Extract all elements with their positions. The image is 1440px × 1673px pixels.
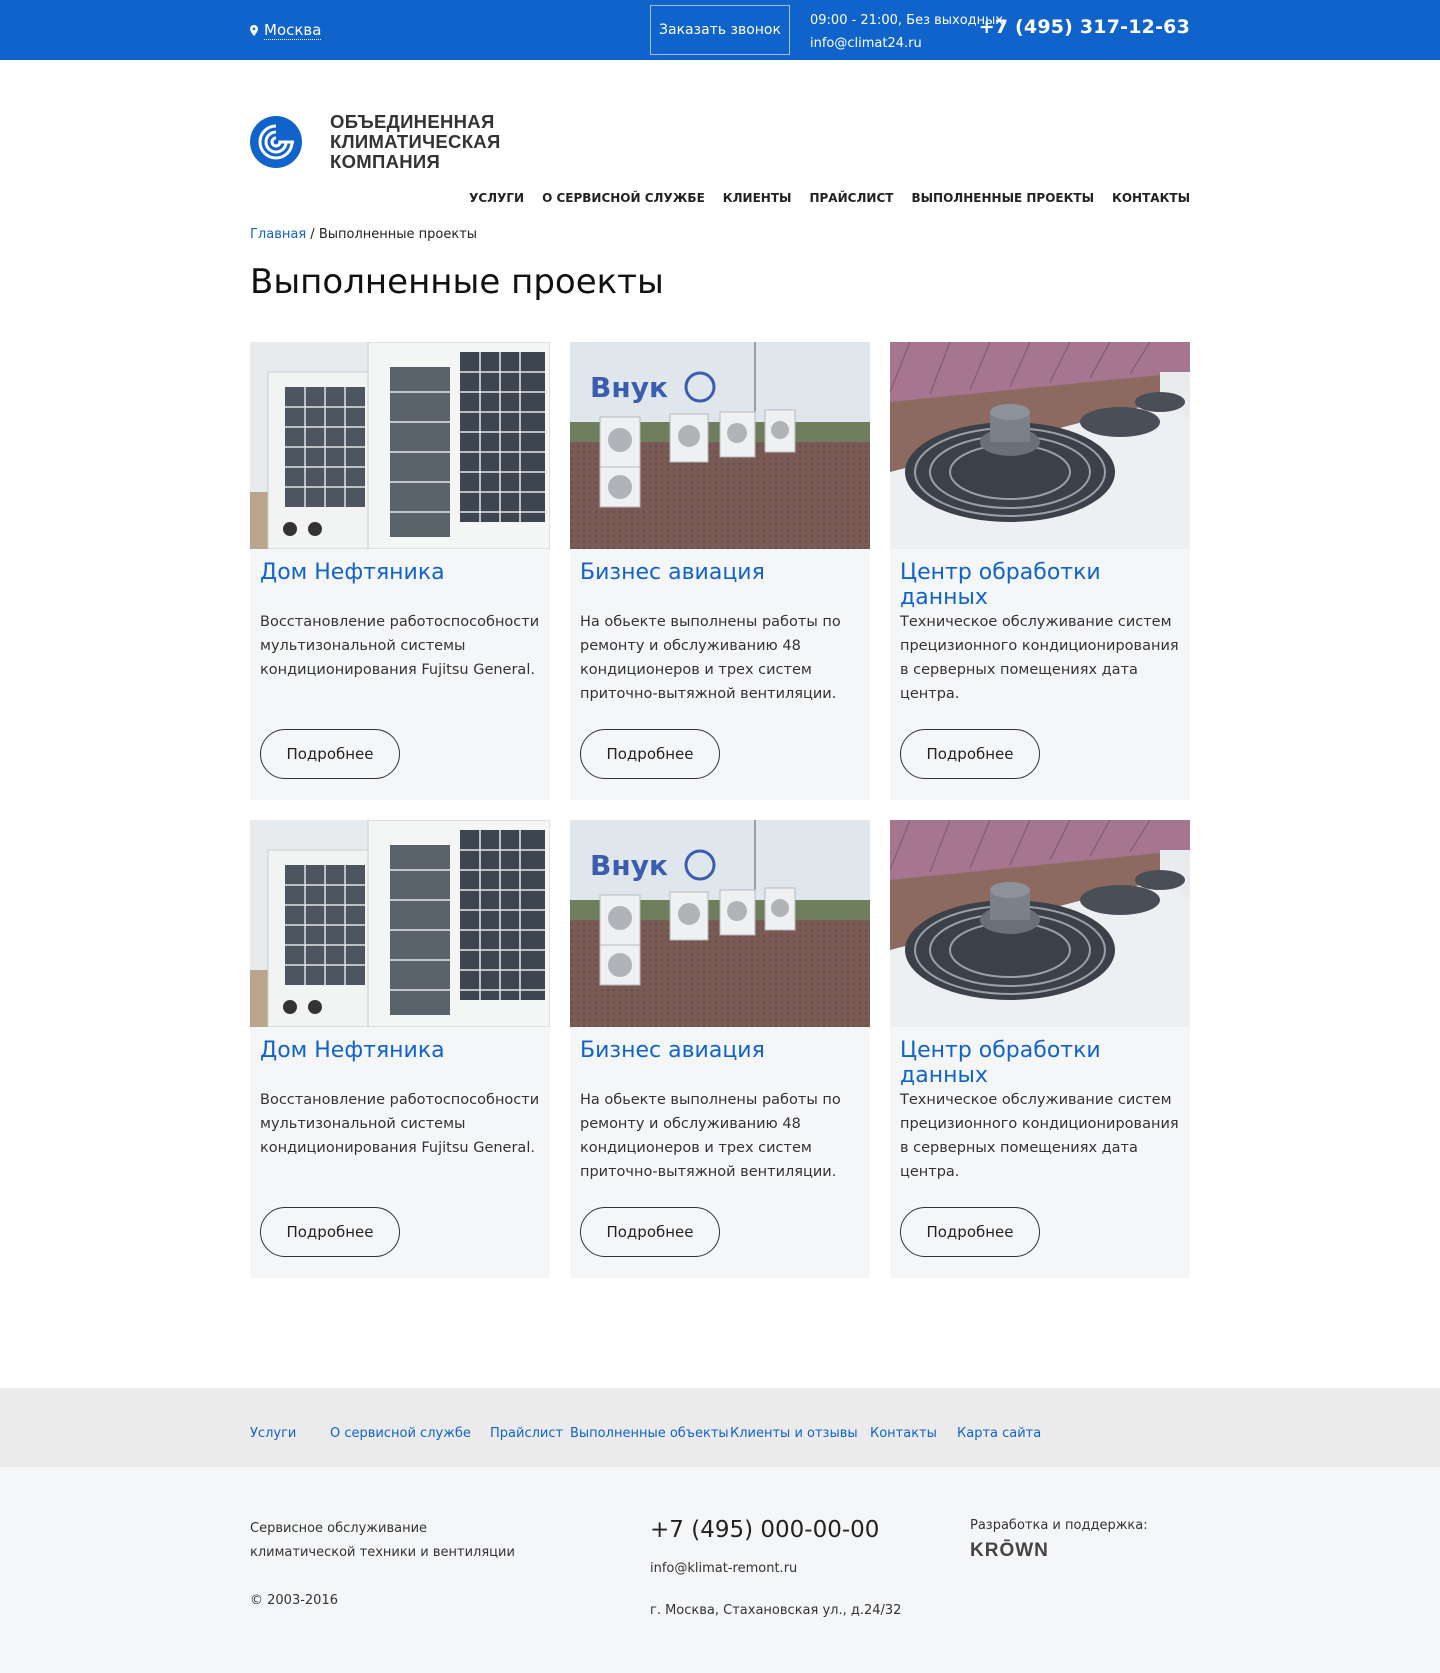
project-card: Центр обработки данных Техническое обслу… [890, 820, 1190, 1278]
project-title[interactable]: Бизнес авиация [580, 1038, 765, 1063]
project-description: Восстановление работоспособности мультиз… [260, 1092, 540, 1156]
project-title[interactable]: Центр обработки данных [900, 560, 1190, 610]
footer-email-link[interactable]: info@klimat-remont.ru [650, 1561, 797, 1576]
header: ОБЪЕДИНЕННАЯ КЛИМАТИЧЕСКАЯ КОМПАНИЯ УСЛУ… [0, 60, 1440, 225]
footer-link-contacts[interactable]: Контакты [870, 1426, 937, 1441]
project-description: Техническое обслуживание систем прецизио… [900, 614, 1179, 702]
more-button[interactable]: Подробнее [900, 729, 1040, 779]
nav-item-services[interactable]: УСЛУГИ [469, 191, 524, 205]
projects-grid: Дом Нефтяника Восстановление работоспосо… [250, 342, 1190, 1278]
main-nav: УСЛУГИ О СЕРВИСНОЙ СЛУЖБЕ КЛИЕНТЫ ПРАЙСЛ… [469, 191, 1190, 205]
top-phone-link[interactable]: +7 (495) 317-12-63 [979, 16, 1190, 38]
more-button[interactable]: Подробнее [260, 1207, 400, 1257]
nav-item-pricelist[interactable]: ПРАЙСЛИСТ [809, 191, 893, 205]
page-title: Выполненные проекты [250, 262, 664, 302]
project-title[interactable]: Бизнес авиация [580, 560, 765, 585]
breadcrumb-separator: / [306, 227, 319, 242]
nav-item-contacts[interactable]: КОНТАКТЫ [1112, 191, 1190, 205]
copyright: © 2003-2016 [250, 1593, 338, 1608]
footer-link-clients[interactable]: Клиенты и отзывы [730, 1426, 858, 1441]
callback-button[interactable]: Заказать звонок [650, 5, 790, 55]
breadcrumb-current: Выполненные проекты [318, 227, 478, 242]
nav-item-service-department[interactable]: О СЕРВИСНОЙ СЛУЖБЕ [542, 191, 705, 205]
rooftop-ac-units-photo[interactable]: Внук [570, 820, 870, 1027]
condenser-units-photo[interactable] [250, 820, 550, 1027]
breadcrumb: Главная / Выполненные проекты [250, 227, 477, 242]
project-title[interactable]: Дом Нефтяника [260, 560, 445, 585]
logo-line: КОМПАНИЯ [330, 151, 441, 172]
company-logo-icon [250, 116, 302, 168]
project-title[interactable]: Центр обработки данных [900, 1038, 1190, 1088]
project-card: Центр обработки данных Техническое обслу… [890, 342, 1190, 800]
top-bar: Москва Заказать звонок 09:00 - 21:00, Бе… [0, 0, 1440, 60]
rooftop-ac-units-photo[interactable]: Внук [570, 342, 870, 549]
svg-text:Внук: Внук [590, 371, 668, 404]
project-title[interactable]: Дом Нефтяника [260, 1038, 445, 1063]
contact-info: 09:00 - 21:00, Без выходных info@climat2… [810, 9, 1003, 55]
svg-text:Внук: Внук [590, 849, 668, 882]
top-email-link[interactable]: info@climat24.ru [810, 36, 922, 51]
footer-link-projects[interactable]: Выполненные объекты [570, 1426, 729, 1441]
project-card: Дом Нефтяника Восстановление работоспосо… [250, 820, 550, 1278]
project-card: Дом Нефтяника Восстановление работоспосо… [250, 342, 550, 800]
footer-address: г. Москва, Стахановская ул., д.24/32 [650, 1603, 902, 1618]
developer-label: Разработка и поддержка: [970, 1518, 1148, 1533]
more-button[interactable]: Подробнее [580, 729, 720, 779]
logo-line: ОБЪЕДИНЕННАЯ [330, 111, 495, 132]
more-button[interactable]: Подробнее [900, 1207, 1040, 1257]
logo[interactable]: ОБЪЕДИНЕННАЯ КЛИМАТИЧЕСКАЯ КОМПАНИЯ [250, 112, 501, 172]
more-button[interactable]: Подробнее [580, 1207, 720, 1257]
project-description: На обьекте выполнены работы по ремонту и… [580, 614, 841, 702]
footer-link-sitemap[interactable]: Карта сайта [957, 1426, 1041, 1441]
breadcrumb-home-link[interactable]: Главная [250, 227, 306, 242]
footer: Сервисное обслуживание климатической тех… [0, 1467, 1440, 1673]
condenser-units-photo[interactable] [250, 342, 550, 549]
footer-link-services[interactable]: Услуги [250, 1426, 296, 1441]
nav-item-clients[interactable]: КЛИЕНТЫ [723, 191, 792, 205]
logo-line: КЛИМАТИЧЕСКАЯ [330, 131, 501, 152]
project-description: На обьекте выполнены работы по ремонту и… [580, 1092, 841, 1180]
footer-description: Сервисное обслуживание климатической тех… [250, 1521, 515, 1560]
project-description: Техническое обслуживание систем прецизио… [900, 1092, 1179, 1180]
footer-link-service-department[interactable]: О сервисной службе [330, 1426, 471, 1441]
project-card: Внук Бизнес авиация На обьекте выполнены [570, 820, 870, 1278]
rooftop-fans-photo[interactable] [890, 342, 1190, 549]
developer-logo[interactable]: KRŌWN [970, 1540, 1049, 1562]
working-hours: 09:00 - 21:00, Без выходных [810, 13, 1004, 28]
location-pin-icon [250, 24, 258, 36]
city-name[interactable]: Москва [264, 21, 322, 40]
footer-nav: Услуги О сервисной службе Прайслист Выпо… [0, 1388, 1440, 1467]
logo-text: ОБЪЕДИНЕННАЯ КЛИМАТИЧЕСКАЯ КОМПАНИЯ [330, 112, 501, 172]
rooftop-fans-photo[interactable] [890, 820, 1190, 1027]
footer-phone-link[interactable]: +7 (495) 000-00-00 [650, 1517, 879, 1543]
more-button[interactable]: Подробнее [260, 729, 400, 779]
project-description: Восстановление работоспособности мультиз… [260, 614, 540, 678]
footer-link-pricelist[interactable]: Прайслист [490, 1426, 563, 1441]
project-card: Внук Бизнес авиация На обьекте выполнены [570, 342, 870, 800]
city-selector[interactable]: Москва [250, 21, 322, 40]
nav-item-projects[interactable]: ВЫПОЛНЕННЫЕ ПРОЕКТЫ [911, 191, 1094, 205]
